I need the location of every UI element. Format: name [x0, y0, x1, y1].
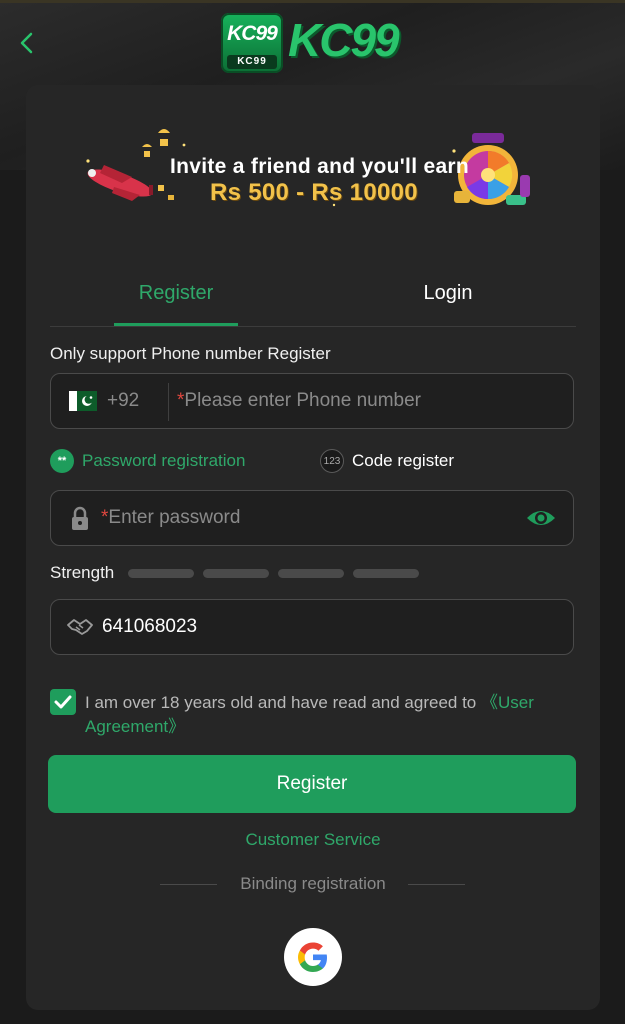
register-button[interactable]: Register	[48, 755, 576, 813]
eye-icon[interactable]	[525, 506, 557, 530]
app-logo-badge: KC99 KC99	[221, 13, 283, 73]
password-strength-meter: Strength	[50, 563, 470, 583]
back-chevron-icon[interactable]	[14, 28, 40, 58]
invite-banner[interactable]: Invite a friend and you'll earn Rs 500 -…	[74, 125, 554, 215]
register-card: Invite a friend and you'll earn Rs 500 -…	[26, 85, 600, 1010]
tab-login[interactable]: Login	[378, 278, 518, 326]
customer-service-link[interactable]: Customer Service	[26, 830, 600, 850]
password-registration-option[interactable]: ** Password registration	[50, 447, 245, 475]
app-logo-wordmark: KC99	[288, 14, 400, 66]
code-register-label: Code register	[352, 451, 455, 470]
logo-badge-subtext: KC99	[227, 55, 277, 69]
agreement-text: I am over 18 years old and have read and…	[85, 691, 555, 739]
password-placeholder[interactable]: *Enter password	[101, 507, 240, 529]
password-registration-label: Password registration	[82, 451, 246, 470]
password-placeholder-text: Enter password	[108, 507, 241, 528]
invite-code-field[interactable]: 641068023	[50, 599, 574, 655]
phone-placeholder-text: Please enter Phone number	[184, 390, 422, 411]
password-mode-icon: **	[50, 449, 74, 473]
google-login-button[interactable]	[284, 928, 342, 986]
invite-code-value[interactable]: 641068023	[102, 616, 197, 638]
strength-segment	[128, 569, 194, 578]
logo-badge-text: KC99	[227, 22, 278, 45]
banner-headline: Invite a friend and you'll earn	[170, 155, 470, 178]
binding-registration-label: Binding registration	[240, 874, 386, 893]
divider-right	[408, 884, 465, 885]
lock-icon	[72, 506, 88, 530]
pakistan-flag-icon[interactable]	[69, 391, 97, 411]
phone-register-note: Only support Phone number Register	[50, 344, 331, 363]
google-icon	[298, 942, 327, 972]
password-input-field[interactable]: *Enter password	[50, 490, 574, 546]
strength-segment	[203, 569, 269, 578]
code-register-option[interactable]: 123 Code register	[320, 447, 454, 475]
handshake-icon	[67, 619, 93, 635]
banner-reward-range: Rs 500 - Rs 10000	[210, 179, 418, 206]
airplane-icon	[87, 165, 153, 201]
auth-tabs: Register Login	[50, 270, 576, 327]
country-code[interactable]: +92	[107, 390, 139, 412]
code-mode-icon: 123	[320, 449, 344, 473]
checkmark-icon	[54, 695, 72, 709]
top-border	[0, 0, 625, 3]
strength-segment	[278, 569, 344, 578]
strength-label: Strength	[50, 563, 115, 582]
field-divider	[168, 383, 169, 421]
agreement-statement: I am over 18 years old and have read and…	[85, 693, 481, 712]
strength-segment	[353, 569, 419, 578]
phone-placeholder[interactable]: *Please enter Phone number	[177, 390, 421, 412]
registration-mode-selector: ** Password registration 123 Code regist…	[50, 447, 570, 475]
phone-input-field[interactable]: +92 *Please enter Phone number	[50, 373, 574, 429]
tab-register[interactable]: Register	[114, 278, 238, 326]
age-agreement-checkbox[interactable]	[50, 689, 76, 715]
